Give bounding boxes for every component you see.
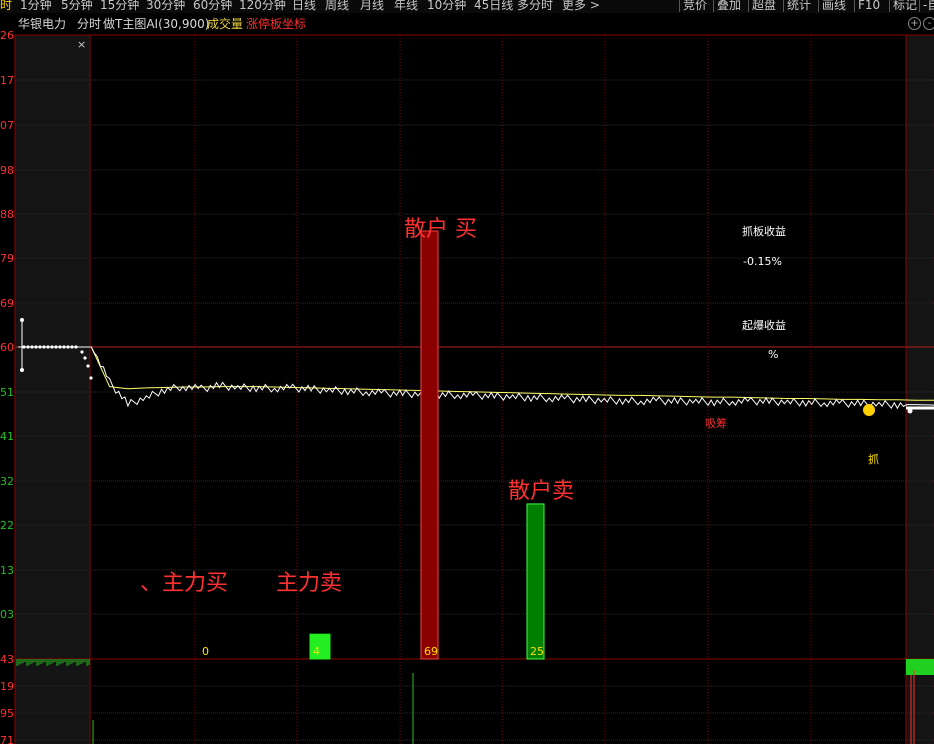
price-dot: [89, 376, 93, 380]
price-dot: [46, 345, 50, 349]
y-axis-label: 71: [0, 734, 14, 744]
intraday-chart[interactable]: 26 17 07 98 88 79 69 60 51 41 32 22 13 03 43 19 95 71 0 4 69…: [0, 0, 934, 744]
indicator-bar-label: 69: [424, 645, 438, 658]
indicator-bar-label: 0: [202, 645, 209, 658]
y-axis-label: 69: [0, 297, 14, 310]
price-dot: [907, 408, 913, 414]
y-axis-label: 17: [0, 74, 14, 87]
y-axis-label: 79: [0, 252, 14, 265]
y-axis-label: 95: [0, 707, 14, 720]
main-buy-label: 、主力买: [140, 571, 229, 596]
y-axis-label: 60: [0, 341, 14, 354]
smiley-icon: [863, 404, 875, 416]
y-axis-label: 19: [0, 680, 14, 693]
y-axis-label: 07: [0, 119, 14, 132]
price-dot: [58, 345, 62, 349]
y-axis-label: 32: [0, 475, 14, 488]
main-sell-label: 主力卖: [276, 571, 343, 596]
price-dot: [80, 350, 84, 354]
pre-market-area: [15, 35, 90, 744]
price-dot: [50, 345, 54, 349]
price-dot: [42, 345, 46, 349]
grab-board-return-value: -0.15%: [743, 255, 782, 268]
y-axis-label: 13: [0, 564, 14, 577]
price-dot: [26, 345, 30, 349]
chip-label: 吸筹: [705, 417, 727, 430]
indicator-bar-label: 4: [313, 645, 320, 658]
retail-sell-label: 散户卖: [508, 479, 575, 504]
indicator-bar-label: 25: [530, 645, 544, 658]
price-dot: [66, 345, 70, 349]
y-axis-label: 51: [0, 386, 14, 399]
price-dot: [62, 345, 66, 349]
y-axis-label: 98: [0, 164, 14, 177]
explode-return-label: 起爆收益: [742, 319, 786, 332]
price-dot: [86, 364, 90, 368]
price-dot: [20, 368, 24, 372]
price-dot: [22, 345, 26, 349]
y-axis-label: 22: [0, 519, 14, 532]
price-dot: [70, 345, 74, 349]
price-dot: [54, 345, 58, 349]
post-market-area: [906, 35, 934, 744]
y-axis-label: 41: [0, 430, 14, 443]
price-line: [18, 346, 934, 410]
y-axis-label: 88: [0, 208, 14, 221]
retail-buy-label: 散户 买: [404, 217, 477, 242]
volume-block: [906, 659, 934, 675]
price-dot: [74, 345, 78, 349]
y-axis-label: 26: [0, 29, 14, 42]
indicator-bar: [526, 503, 545, 660]
explode-return-value: %: [768, 348, 779, 361]
price-dot: [34, 345, 38, 349]
close-icon[interactable]: ×: [77, 38, 86, 51]
grab-label: 抓: [868, 453, 879, 466]
price-dot: [30, 345, 34, 349]
indicator-bar: [420, 230, 439, 660]
y-axis-label: 03: [0, 608, 14, 621]
price-dot: [20, 318, 24, 322]
price-dot: [83, 356, 87, 360]
price-dot: [38, 345, 42, 349]
grab-board-return-label: 抓板收益: [742, 225, 786, 238]
y-axis-label: 43: [0, 653, 14, 666]
